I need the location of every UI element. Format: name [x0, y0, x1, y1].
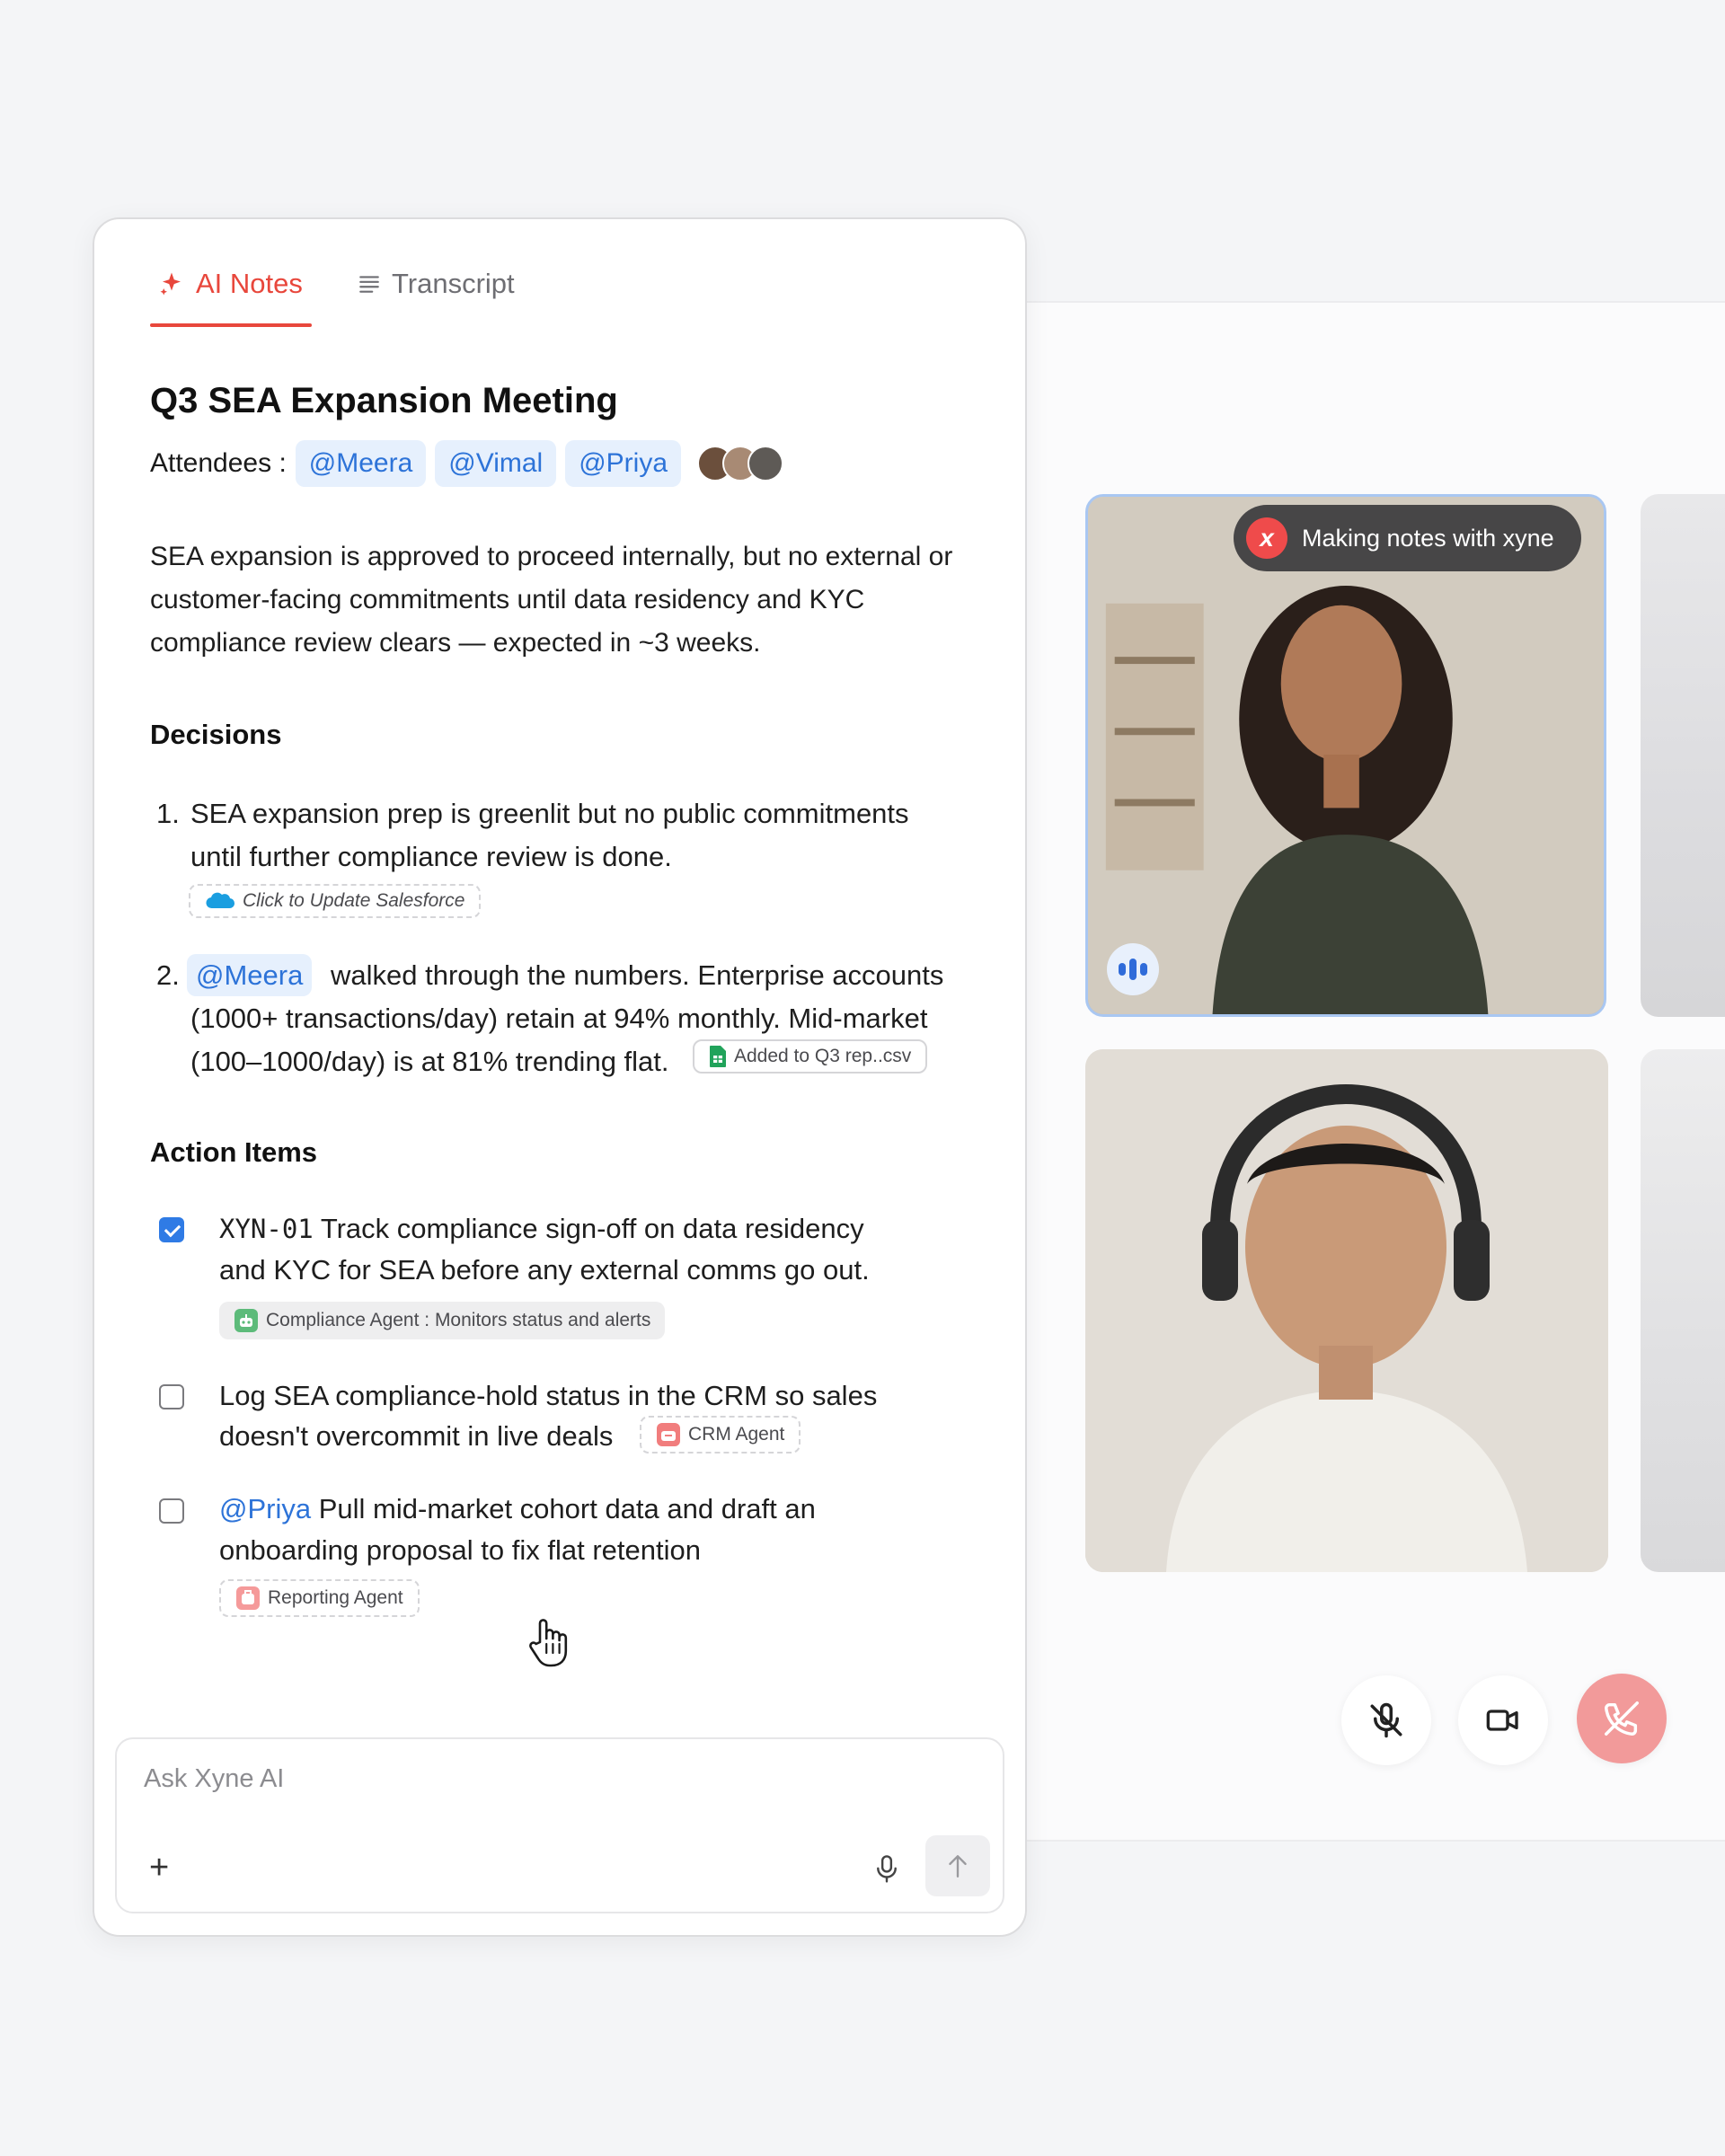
tab-transcript-label: Transcript	[392, 268, 515, 299]
mic-off-icon	[1370, 1702, 1402, 1738]
decision-number: 1.	[156, 798, 180, 829]
participant-video-tile-active[interactable]	[1085, 494, 1606, 1017]
tab-transcript[interactable]: Transcript	[358, 268, 515, 300]
video-camera-icon	[1486, 1710, 1518, 1731]
microphone-icon[interactable]	[873, 1854, 900, 1885]
hand-pointer-cursor-icon	[529, 1619, 568, 1667]
end-call-button[interactable]	[1577, 1674, 1667, 1763]
decision-text: until further compliance review is done.	[190, 841, 672, 872]
action-item-checkbox[interactable]	[159, 1217, 184, 1242]
mention-chip[interactable]: @Meera	[187, 954, 313, 996]
action-item-text-line: Log SEA compliance-hold status in the CR…	[219, 1380, 878, 1411]
spreadsheet-icon	[710, 1046, 726, 1067]
chip-label: Click to Update Salesforce	[243, 890, 465, 911]
attendee-chip[interactable]: @Vimal	[435, 440, 557, 487]
phone-hangup-icon	[1605, 1701, 1639, 1736]
decision-number: 2.	[156, 959, 180, 991]
action-item-checkbox[interactable]	[159, 1384, 184, 1409]
send-button[interactable]	[925, 1835, 990, 1896]
avatar	[748, 446, 784, 482]
decisions-heading: Decisions	[150, 719, 282, 750]
robot-agent-icon	[236, 1586, 260, 1610]
update-salesforce-chip[interactable]: Click to Update Salesforce	[189, 884, 482, 918]
participant-video-tile[interactable]	[1641, 494, 1725, 1017]
sparkle-icon	[160, 272, 181, 296]
crm-agent-chip[interactable]: CRM Agent	[640, 1416, 801, 1454]
meeting-summary: SEA expansion is approved to proceed int…	[150, 542, 953, 658]
robot-agent-icon	[234, 1309, 258, 1332]
decision-text: (100–1000/day) is at 81% trending flat.	[190, 1046, 669, 1077]
action-item-text-line: and KYC for SEA before any external comm…	[219, 1254, 870, 1286]
arrow-up-icon	[949, 1855, 967, 1878]
attendee-avatars	[697, 446, 784, 482]
attendees-label: Attendees :	[150, 448, 287, 478]
compliance-agent-chip[interactable]: Compliance Agent : Monitors status and a…	[219, 1302, 666, 1339]
action-item-text: XYN-01 Track compliance sign-off on data…	[219, 1207, 864, 1250]
decision-text: (1000+ transactions/day) retain at 94% m…	[190, 1003, 928, 1034]
chip-label: CRM Agent	[688, 1424, 785, 1445]
add-attachment-button[interactable]: +	[149, 1849, 169, 1887]
page-title: Q3 SEA Expansion Meeting	[150, 381, 618, 420]
reporting-agent-chip[interactable]: Reporting Agent	[219, 1579, 420, 1617]
robot-agent-icon	[657, 1423, 680, 1446]
action-item-text-line: onboarding proposal to fix flat retentio…	[219, 1534, 701, 1566]
action-item-text: @Priya Pull mid-market cohort data and d…	[219, 1488, 816, 1531]
participant-image	[1085, 1049, 1608, 1572]
attendee-chip[interactable]: @Priya	[565, 440, 682, 487]
xyne-notes-badge-label: Making notes with xyne	[1302, 524, 1554, 552]
ask-ai-input[interactable]: Ask Xyne AI	[144, 1764, 284, 1794]
attendees-row: Attendees : @Meera @Vimal @Priya	[150, 438, 784, 489]
tab-ai-notes-label: AI Notes	[196, 268, 303, 299]
decision-text: SEA expansion prep is greenlit but no pu…	[190, 798, 909, 829]
speaking-indicator-icon	[1107, 943, 1159, 995]
chip-label: Reporting Agent	[268, 1587, 403, 1608]
attendee-chip[interactable]: @Meera	[295, 440, 427, 487]
xyne-logo-icon: x	[1246, 517, 1287, 559]
transcript-lines-icon	[359, 276, 379, 293]
action-item-text-line: Pull mid-market cohort data and draft an	[318, 1493, 816, 1524]
salesforce-cloud-icon	[206, 892, 235, 909]
action-item-checkbox[interactable]	[159, 1498, 184, 1524]
toggle-camera-button[interactable]	[1458, 1675, 1548, 1765]
xyne-notes-badge: x Making notes with xyne	[1234, 505, 1581, 571]
decision-mention[interactable]: @Meera	[187, 954, 313, 997]
participant-video-tile[interactable]	[1641, 1049, 1725, 1572]
tab-ai-notes[interactable]: AI Notes	[158, 268, 303, 300]
ticket-id: XYN-01	[219, 1214, 314, 1244]
mute-microphone-button[interactable]	[1341, 1675, 1431, 1765]
action-item-text-line: Track compliance sign-off on data reside…	[320, 1213, 864, 1244]
active-tab-indicator	[150, 323, 312, 327]
participant-image	[1088, 497, 1604, 1014]
participant-video-tile[interactable]	[1085, 1049, 1608, 1572]
mention-link[interactable]: @Priya	[219, 1493, 311, 1524]
decision-text: walked through the numbers. Enterprise a…	[331, 959, 944, 991]
chip-label: Added to Q3 rep..csv	[734, 1046, 912, 1066]
action-item-text-line: doesn't overcommit in live deals	[219, 1420, 614, 1452]
csv-attachment-chip[interactable]: Added to Q3 rep..csv	[693, 1039, 928, 1074]
action-items-heading: Action Items	[150, 1136, 318, 1168]
chip-label: Compliance Agent : Monitors status and a…	[266, 1310, 651, 1330]
